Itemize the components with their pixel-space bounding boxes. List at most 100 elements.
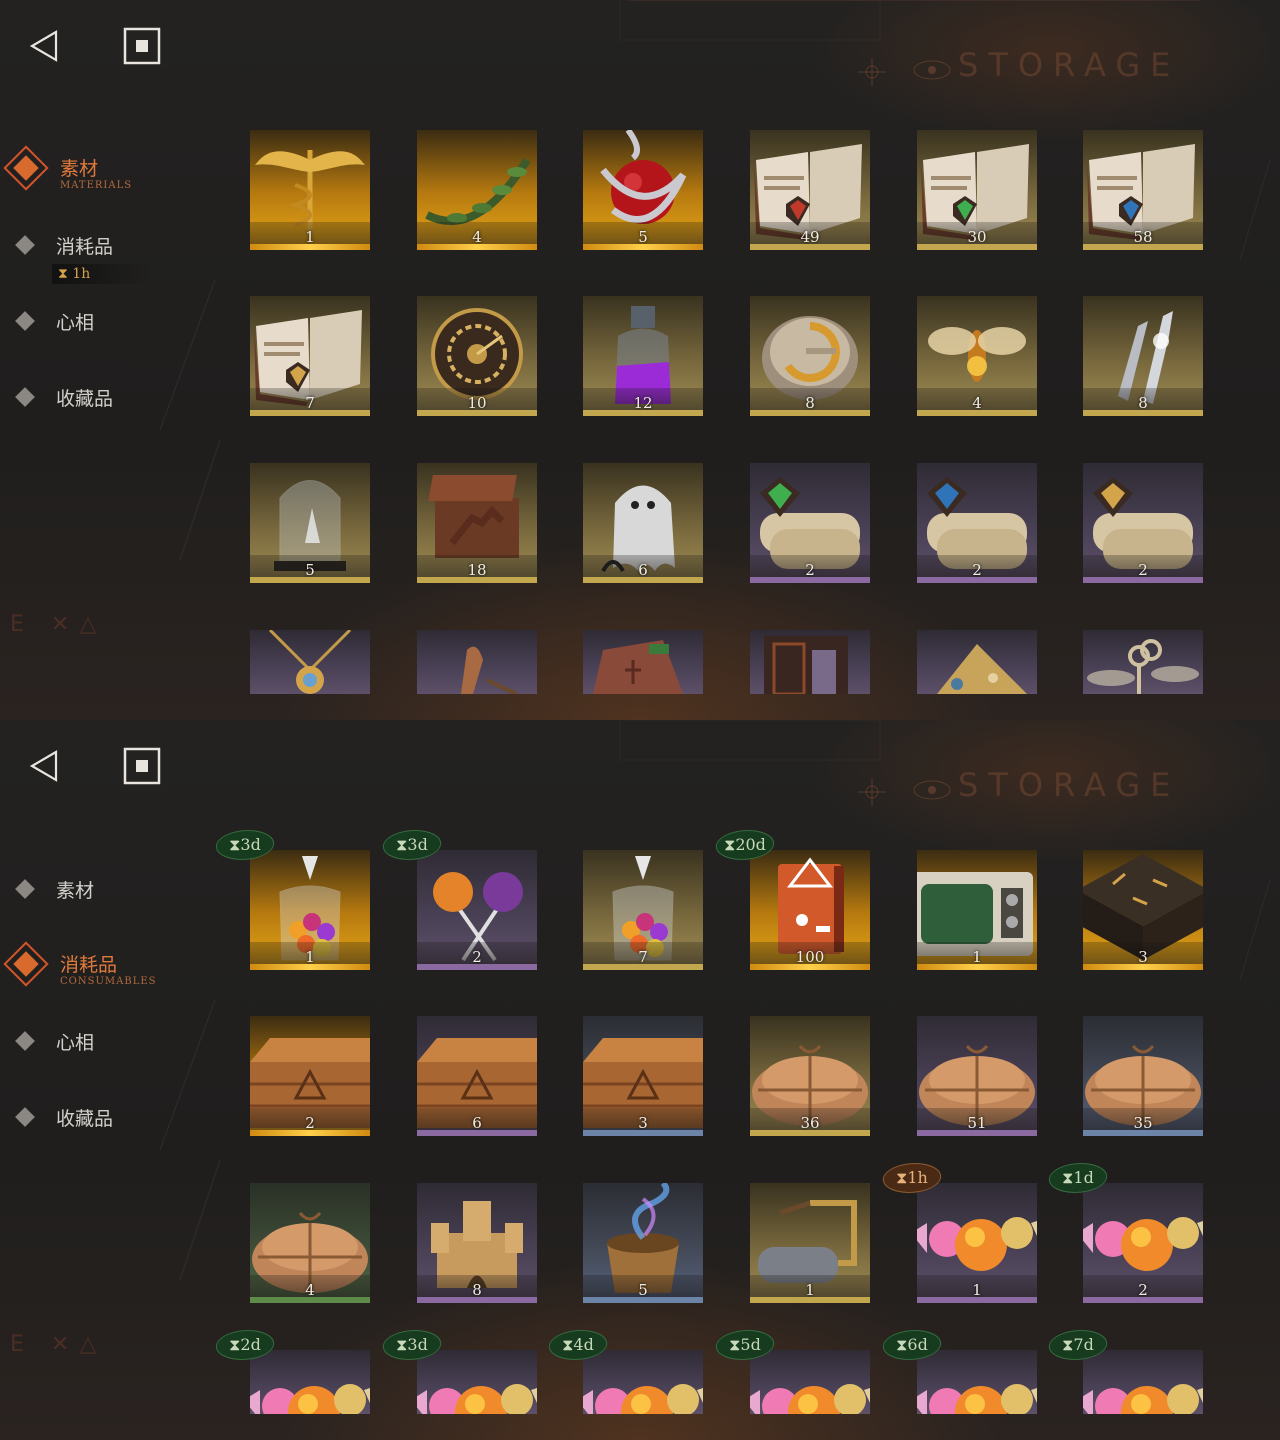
- edge-glyphs-decoration: E ✕△: [10, 1332, 107, 1357]
- hourglass-icon: ⧗: [896, 1335, 908, 1354]
- item-slot[interactable]: 5: [250, 463, 370, 583]
- hourglass-icon: ⧗: [229, 1335, 241, 1354]
- item-slot[interactable]: 36: [750, 1016, 870, 1136]
- timer-value: 6d: [907, 1335, 928, 1354]
- item-slot[interactable]: [1083, 630, 1203, 694]
- item-slot[interactable]: [583, 630, 703, 694]
- item-slot[interactable]: 6: [583, 463, 703, 583]
- rarity-bar: [250, 1297, 370, 1303]
- item-slot[interactable]: 49: [750, 130, 870, 250]
- item-slot[interactable]: ⧗4d: [545, 1330, 703, 1414]
- rarity-bar: [417, 1297, 537, 1303]
- timer-text: ⧗2d: [217, 1335, 273, 1355]
- item-slot[interactable]: 2: [1083, 463, 1203, 583]
- timer-text: ⧗3d: [384, 835, 440, 855]
- hourglass-icon: ⧗: [724, 835, 736, 854]
- timer-value: 20d: [735, 835, 766, 854]
- rarity-bar: [583, 577, 703, 583]
- item-slot[interactable]: 8: [750, 296, 870, 416]
- item-slot[interactable]: 4: [417, 130, 537, 250]
- item-slot[interactable]: 6: [417, 1016, 537, 1136]
- item-slot[interactable]: 1 ⧗1h: [879, 1163, 1037, 1303]
- category-label: 收藏品: [56, 1108, 114, 1130]
- item-slot[interactable]: 1: [750, 1183, 870, 1303]
- item-slot[interactable]: 1 ⧗3d: [212, 830, 370, 970]
- home-button[interactable]: [122, 746, 162, 786]
- item-slot[interactable]: 8: [1083, 296, 1203, 416]
- item-slot[interactable]: 18: [417, 463, 537, 583]
- category-label: 心相: [56, 312, 95, 334]
- item-slot[interactable]: ⧗6d: [879, 1330, 1037, 1414]
- timer-value: 7d: [1073, 1335, 1094, 1354]
- rarity-bar: [1083, 1297, 1203, 1303]
- timer-text: ⧗1h: [884, 1168, 940, 1188]
- timer-value: 3d: [407, 1335, 428, 1354]
- item-slot[interactable]: 3: [583, 1016, 703, 1136]
- bronze-tool-icon: [417, 630, 537, 694]
- item-slot[interactable]: 10: [417, 296, 537, 416]
- item-slot[interactable]: ⧗5d: [712, 1330, 870, 1414]
- item-slot[interactable]: [750, 630, 870, 694]
- rarity-bar: [750, 577, 870, 583]
- wrapped-candies-icon: [583, 1350, 703, 1414]
- category-label: 素材: [56, 880, 95, 902]
- diamond-icon: [15, 1107, 35, 1127]
- timer-value: 1h: [72, 266, 91, 282]
- item-slot[interactable]: [917, 630, 1037, 694]
- wooden-case-icon: [750, 630, 870, 694]
- wrapped-candies-icon: [917, 1350, 1037, 1414]
- timer-text: ⧗1d: [1050, 1168, 1106, 1188]
- item-slot[interactable]: 2: [250, 1016, 370, 1136]
- back-button[interactable]: [24, 746, 64, 786]
- item-slot[interactable]: 58: [1083, 130, 1203, 250]
- item-slot[interactable]: 5: [583, 130, 703, 250]
- edge-glyphs-decoration: E ✕△: [10, 612, 107, 637]
- item-slot[interactable]: 8: [417, 1183, 537, 1303]
- item-slot[interactable]: 3: [1083, 850, 1203, 970]
- category-sublabel: MATERIALS: [60, 180, 133, 191]
- rarity-bar: [583, 1297, 703, 1303]
- item-slot[interactable]: 2: [750, 463, 870, 583]
- home-button[interactable]: [122, 26, 162, 66]
- rarity-bar: [250, 410, 370, 416]
- screen-title: STORAGE: [958, 766, 1181, 804]
- item-slot[interactable]: 2 ⧗1d: [1045, 1163, 1203, 1303]
- item-slot[interactable]: [250, 630, 370, 694]
- item-slot[interactable]: 7: [583, 850, 703, 970]
- category-label: 素材: [60, 158, 99, 180]
- hourglass-icon: ⧗: [562, 1335, 574, 1354]
- item-slot[interactable]: 1: [917, 850, 1037, 970]
- item-slot[interactable]: 4: [250, 1183, 370, 1303]
- rarity-bar: [417, 964, 537, 970]
- item-slot[interactable]: 7: [250, 296, 370, 416]
- item-slot[interactable]: ⧗7d: [1045, 1330, 1203, 1414]
- back-button[interactable]: [24, 26, 64, 66]
- item-slot[interactable]: 4: [917, 296, 1037, 416]
- item-slot[interactable]: [417, 630, 537, 694]
- item-slot[interactable]: 12: [583, 296, 703, 416]
- hourglass-icon: ⧗: [729, 1335, 741, 1354]
- rarity-bar: [1083, 410, 1203, 416]
- timer-text: ⧗3d: [217, 835, 273, 855]
- storage-screen-materials: STORAGE 素材 MATERIALS 消耗品 ⧗ 1h 心相 收藏品 E ✕…: [0, 0, 1280, 720]
- item-slot[interactable]: 1: [250, 130, 370, 250]
- rarity-bar: [417, 1130, 537, 1136]
- timer-text: ⧗7d: [1050, 1335, 1106, 1355]
- item-slot[interactable]: 51: [917, 1016, 1037, 1136]
- square-stop-icon: [123, 747, 161, 785]
- item-slot[interactable]: ⧗3d: [379, 1330, 537, 1414]
- rarity-bar: [1083, 1130, 1203, 1136]
- item-slot[interactable]: 100 ⧗20d: [712, 830, 870, 970]
- item-slot[interactable]: 2: [917, 463, 1037, 583]
- timer-value: 4d: [573, 1335, 594, 1354]
- rarity-bar: [917, 244, 1037, 250]
- timer-value: 3d: [240, 835, 261, 854]
- rarity-bar: [750, 1297, 870, 1303]
- rarity-bar: [250, 1130, 370, 1136]
- item-slot[interactable]: ⧗2d: [212, 1330, 370, 1414]
- item-slot[interactable]: 2 ⧗3d: [379, 830, 537, 970]
- item-slot[interactable]: 5: [583, 1183, 703, 1303]
- rarity-bar: [583, 964, 703, 970]
- item-slot[interactable]: 30: [917, 130, 1037, 250]
- item-slot[interactable]: 35: [1083, 1016, 1203, 1136]
